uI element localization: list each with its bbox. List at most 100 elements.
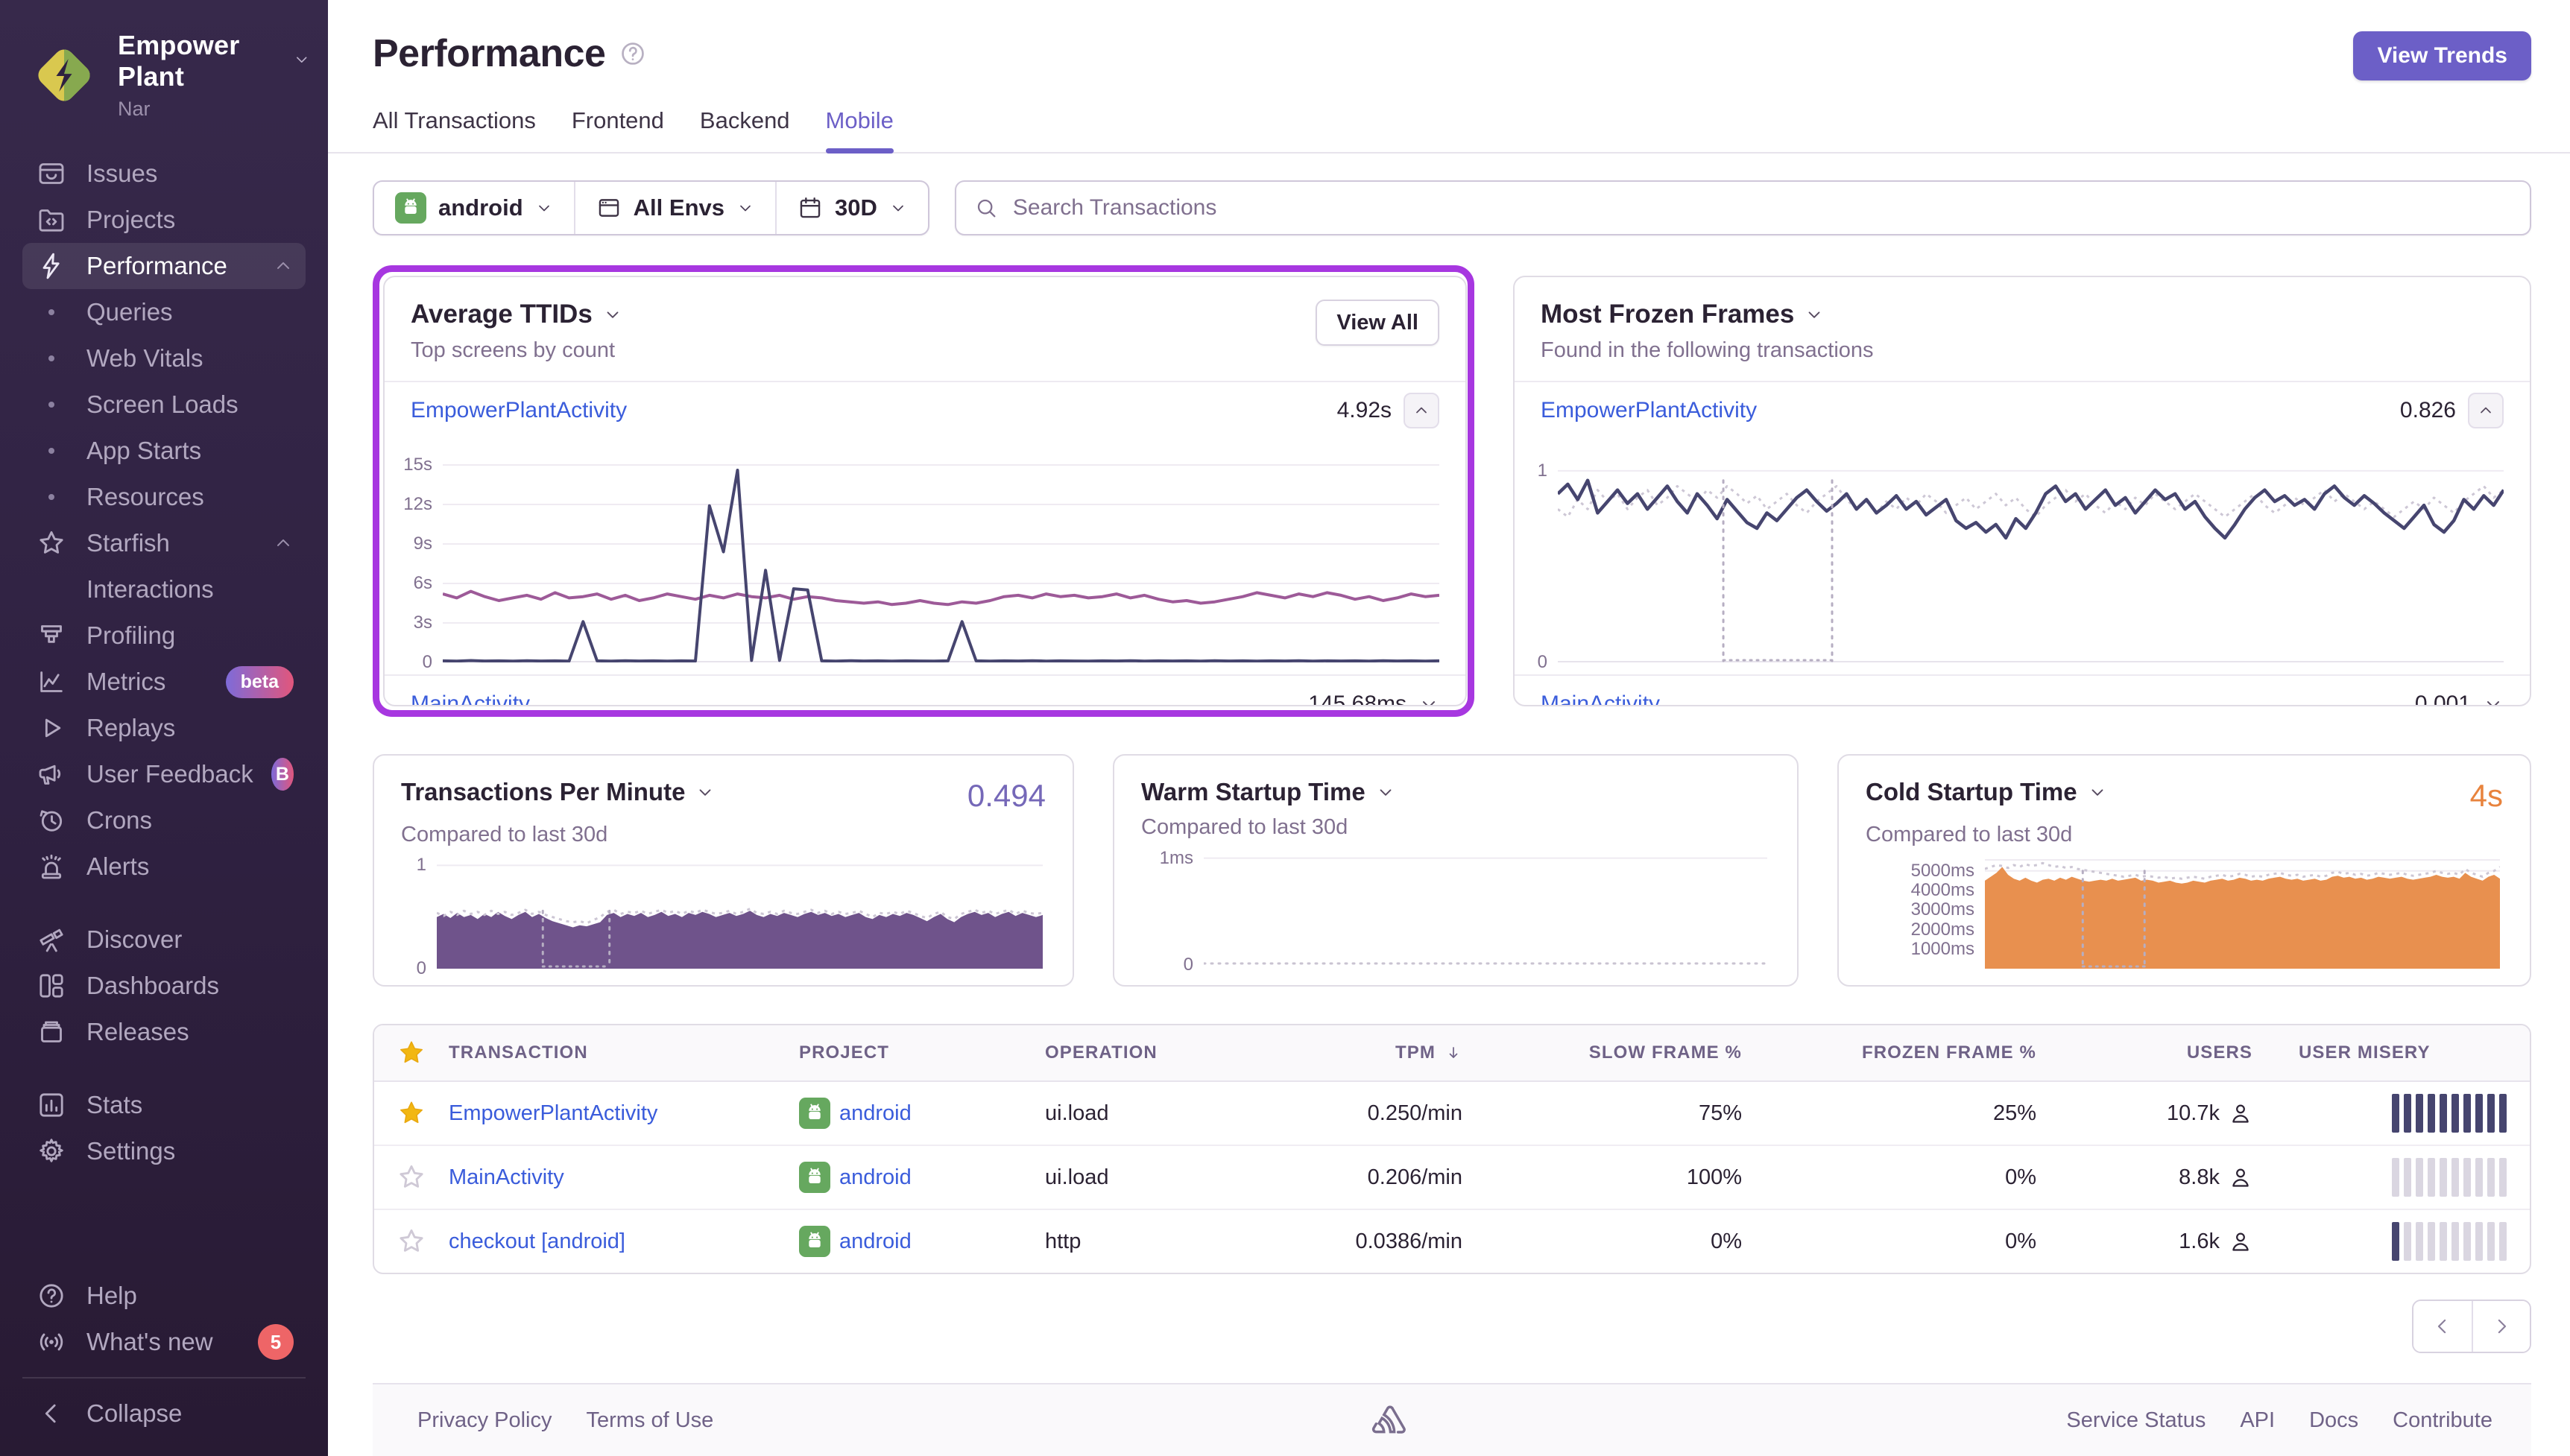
footer-link-service-status[interactable]: Service Status [2066, 1408, 2206, 1433]
sidebar-item-discover[interactable]: Discover [22, 917, 306, 963]
org-avatar [30, 41, 98, 110]
sidebar-item-interactions[interactable]: Interactions [22, 566, 306, 613]
star-filled-icon[interactable] [397, 1098, 426, 1128]
warm-startup-title-dropdown[interactable]: Warm Startup Time [1141, 778, 1395, 806]
card-title: Average TTIDs [411, 300, 593, 329]
chevron-up-icon [273, 256, 294, 276]
operation-value: http [1045, 1229, 1081, 1254]
tab-all-transactions[interactable]: All Transactions [373, 107, 536, 152]
project-filter[interactable]: android [374, 182, 574, 234]
environment-filter[interactable]: All Envs [574, 182, 775, 234]
frozen-frames-title-dropdown[interactable]: Most Frozen Frames [1541, 300, 1874, 329]
ttids-title-dropdown[interactable]: Average TTIDs [411, 300, 622, 329]
column-header-transaction[interactable]: TRANSACTION [449, 1042, 799, 1063]
sidebar-item-whats-new[interactable]: What's new5 [22, 1319, 306, 1365]
sidebar-item-stats[interactable]: Stats [22, 1082, 306, 1128]
operation-value: ui.load [1045, 1101, 1108, 1126]
sidebar-item-crons[interactable]: Crons [22, 797, 306, 843]
transactions-table: TRANSACTIONPROJECTOPERATIONTPMSLOW FRAME… [373, 1024, 2531, 1274]
search-box[interactable] [955, 180, 2531, 235]
sidebar-item-app-starts[interactable]: App Starts [22, 428, 306, 474]
transaction-link[interactable]: checkout [android] [449, 1229, 625, 1254]
column-header-users[interactable]: USERS [2036, 1042, 2252, 1063]
sidebar-item-web-vitals[interactable]: Web Vitals [22, 335, 306, 382]
transaction-link[interactable]: EmpowerPlantActivity [1541, 398, 1757, 423]
column-header-frozen[interactable]: FROZEN FRAME % [1742, 1042, 2036, 1063]
search-input[interactable] [1011, 194, 2512, 221]
sidebar-item-label: Collapse [86, 1399, 294, 1428]
y-tick-label: 0 [423, 652, 432, 673]
transaction-link[interactable]: MainActivity [1541, 691, 1660, 706]
footer-link-terms-of-use[interactable]: Terms of Use [587, 1408, 714, 1433]
view-all-button[interactable]: View All [1316, 300, 1439, 346]
previous-page-button[interactable] [2413, 1301, 2472, 1352]
whats-new-count-badge: 5 [258, 1324, 294, 1360]
sidebar-item-starfish[interactable]: Starfish [22, 520, 306, 566]
column-header-misery[interactable]: USER MISERY [2252, 1042, 2531, 1063]
sidebar-item-user-feedback[interactable]: User FeedbackB [22, 751, 306, 797]
sidebar-item-replays[interactable]: Replays [22, 705, 306, 751]
sidebar-item-releases[interactable]: Releases [22, 1009, 306, 1055]
sidebar-item-settings[interactable]: Settings [22, 1128, 306, 1174]
transaction-link[interactable]: MainActivity [449, 1165, 564, 1190]
sidebar-item-dashboards[interactable]: Dashboards [22, 963, 306, 1009]
footer-link-privacy-policy[interactable]: Privacy Policy [417, 1408, 552, 1433]
sidebar-item-help[interactable]: Help [22, 1273, 306, 1319]
org-switcher[interactable]: Empower Plant Nar [0, 0, 328, 131]
column-header-star [374, 1038, 449, 1068]
card-subtitle: Found in the following transactions [1541, 338, 1874, 363]
y-tick-label: 15s [403, 455, 432, 475]
project-link[interactable]: android [839, 1165, 912, 1190]
sidebar-item-performance[interactable]: Performance [22, 243, 306, 289]
tab-backend[interactable]: Backend [700, 107, 790, 152]
card-title: Cold Startup Time [1866, 778, 2077, 806]
next-page-button[interactable] [2472, 1301, 2530, 1352]
sidebar-item-screen-loads[interactable]: Screen Loads [22, 382, 306, 428]
slow-frame-value: 75% [1699, 1101, 1742, 1126]
sidebar-item-resources[interactable]: Resources [22, 474, 306, 520]
sidebar-item-collapse[interactable]: Collapse [22, 1390, 306, 1437]
star-outline-icon[interactable] [397, 1226, 426, 1256]
tab-frontend[interactable]: Frontend [572, 107, 664, 152]
collapse-transaction-button[interactable] [2468, 393, 2504, 428]
frozen-frame-value: 25% [1993, 1101, 2036, 1126]
sidebar-item-profiling[interactable]: Profiling [22, 613, 306, 659]
help-icon[interactable] [619, 39, 647, 68]
date-range-filter[interactable]: 30D [775, 182, 928, 234]
sidebar-item-label: Interactions [86, 575, 294, 604]
y-tick-label: 0 [417, 958, 426, 979]
footer-link-docs[interactable]: Docs [2309, 1408, 2358, 1433]
sidebar-item-label: Help [86, 1282, 294, 1310]
star-icon [397, 1038, 426, 1068]
frozen-frames-chart [1558, 448, 2504, 662]
most-frozen-frames-card: Most Frozen Frames Found in the followin… [1513, 276, 2531, 706]
sidebar-item-projects[interactable]: Projects [22, 197, 306, 243]
transaction-link[interactable]: EmpowerPlantActivity [449, 1101, 657, 1126]
sidebar-item-issues[interactable]: Issues [22, 151, 306, 197]
project-link[interactable]: android [839, 1229, 912, 1254]
sidebar-item-metrics[interactable]: Metricsbeta [22, 659, 306, 705]
view-trends-button[interactable]: View Trends [2353, 31, 2531, 80]
y-axis: 15s12s9s6s3s0 [389, 448, 443, 662]
sidebar-item-alerts[interactable]: Alerts [22, 843, 306, 890]
star-outline-icon[interactable] [397, 1162, 426, 1192]
footer-link-api[interactable]: API [2240, 1408, 2275, 1433]
expand-transaction-icon[interactable] [2483, 694, 2504, 706]
card-title: Warm Startup Time [1141, 778, 1365, 806]
project-link[interactable]: android [839, 1101, 912, 1126]
tpm-title-dropdown[interactable]: Transactions Per Minute [401, 778, 715, 806]
column-header-operation[interactable]: OPERATION [1045, 1042, 1261, 1063]
column-header-tpm[interactable]: TPM [1261, 1042, 1462, 1063]
column-header-project[interactable]: PROJECT [799, 1042, 1045, 1063]
transaction-link[interactable]: MainActivity [411, 691, 530, 706]
transaction-link[interactable]: EmpowerPlantActivity [411, 398, 627, 423]
tab-mobile[interactable]: Mobile [826, 107, 894, 152]
column-header-slow[interactable]: SLOW FRAME % [1462, 1042, 1742, 1063]
cold-startup-title-dropdown[interactable]: Cold Startup Time [1866, 778, 2107, 806]
sidebar-item-queries[interactable]: Queries [22, 289, 306, 335]
search-icon [974, 196, 998, 220]
expand-transaction-icon[interactable] [1418, 694, 1439, 706]
footer-link-contribute[interactable]: Contribute [2393, 1408, 2492, 1433]
collapse-transaction-button[interactable] [1404, 393, 1439, 428]
pagination [2412, 1300, 2531, 1353]
